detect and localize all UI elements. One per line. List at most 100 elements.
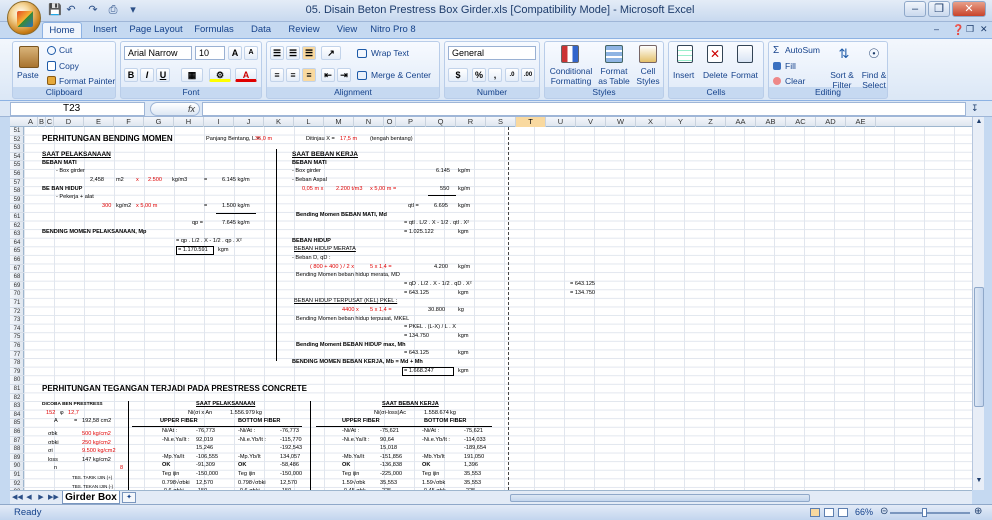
page-break-preview-icon[interactable] [838, 508, 848, 517]
row-header-89[interactable]: 89 [10, 454, 24, 463]
font-size-select[interactable]: 10 [195, 46, 225, 60]
first-sheet-icon[interactable]: ◀◀ [12, 493, 23, 503]
save-icon[interactable]: 💾 [48, 3, 62, 17]
row-header-92[interactable]: 92 [10, 480, 24, 489]
column-header-f[interactable]: F [114, 117, 144, 127]
column-header-ab[interactable]: AB [756, 117, 786, 127]
sheet-tab-girder-box[interactable]: Girder Box [62, 491, 120, 504]
row-header-58[interactable]: 58 [10, 187, 24, 196]
workbook-close-icon[interactable]: ✕ [980, 24, 988, 35]
row-header-78[interactable]: 78 [10, 359, 24, 368]
vertical-scrollbar[interactable]: ▲ ▼ [972, 117, 984, 490]
row-header-62[interactable]: 62 [10, 222, 24, 231]
column-header-e[interactable]: E [84, 117, 114, 127]
row-header-85[interactable]: 85 [10, 419, 24, 428]
orientation-icon[interactable]: ↗ [321, 46, 341, 60]
last-sheet-icon[interactable]: ▶▶ [48, 493, 59, 503]
column-header-b[interactable]: B [38, 117, 46, 127]
column-header-v[interactable]: V [576, 117, 606, 127]
font-color-icon[interactable]: A [235, 68, 257, 82]
row-header-74[interactable]: 74 [10, 325, 24, 334]
column-header-y[interactable]: Y [666, 117, 696, 127]
column-header-r[interactable]: R [456, 117, 486, 127]
row-header-70[interactable]: 70 [10, 290, 24, 299]
row-header-59[interactable]: 59 [10, 196, 24, 205]
insert-cells-button[interactable]: Insert [673, 70, 694, 80]
decrease-indent-icon[interactable]: ⇤ [321, 68, 335, 82]
row-header-67[interactable]: 67 [10, 265, 24, 274]
align-center-icon[interactable]: ≡ [286, 68, 300, 82]
column-header-i[interactable]: I [204, 117, 234, 127]
row-header-87[interactable]: 87 [10, 437, 24, 446]
row-header-88[interactable]: 88 [10, 445, 24, 454]
row-header-71[interactable]: 71 [10, 299, 24, 308]
row-header-66[interactable]: 66 [10, 256, 24, 265]
align-bottom-icon[interactable]: ☰ [302, 46, 316, 60]
align-left-icon[interactable]: ≡ [270, 68, 284, 82]
column-header-a[interactable]: A [24, 117, 38, 127]
row-header-51[interactable]: 51 [10, 127, 24, 136]
column-header-ad[interactable]: AD [816, 117, 846, 127]
help-icon[interactable]: ❓ [952, 25, 964, 36]
tab-page-layout[interactable]: Page Layout [128, 22, 184, 38]
increase-decimal-icon[interactable]: .0 [505, 68, 519, 82]
row-header-56[interactable]: 56 [10, 170, 24, 179]
column-header-w[interactable]: W [606, 117, 636, 127]
cut-button[interactable]: Cut [59, 45, 72, 55]
paste-icon[interactable] [19, 46, 39, 68]
prev-sheet-icon[interactable]: ◀ [24, 493, 34, 503]
autosum-button[interactable]: AutoSum [785, 45, 820, 55]
column-header-t[interactable]: T [516, 117, 546, 127]
row-header-83[interactable]: 83 [10, 402, 24, 411]
worksheet-grid[interactable]: A B C D E F G H I J K L M N O P Q R S T U V W X Y Z AA AB AC AD AE 51 5… [10, 117, 972, 490]
column-header-ae[interactable]: AE [846, 117, 876, 127]
row-header-80[interactable]: 80 [10, 376, 24, 385]
align-top-icon[interactable]: ☰ [270, 46, 284, 60]
close-button[interactable]: ✕ [952, 1, 986, 17]
print-preview-icon[interactable]: ⎙ [106, 3, 120, 17]
row-header-91[interactable]: 91 [10, 471, 24, 480]
column-header-j[interactable]: J [234, 117, 264, 127]
tab-formulas[interactable]: Formulas [192, 22, 236, 38]
align-middle-icon[interactable]: ☰ [286, 46, 300, 60]
redo-icon[interactable]: ↷ [86, 3, 100, 17]
row-header-64[interactable]: 64 [10, 239, 24, 248]
cell-styles-button[interactable]: Cell Styles [633, 66, 663, 86]
increase-indent-icon[interactable]: ⇥ [337, 68, 351, 82]
column-header-h[interactable]: H [174, 117, 204, 127]
row-header-84[interactable]: 84 [10, 411, 24, 420]
zoom-slider-knob[interactable] [922, 508, 927, 517]
row-header-55[interactable]: 55 [10, 161, 24, 170]
formula-input[interactable] [202, 102, 966, 116]
clear-button[interactable]: Clear [785, 76, 805, 86]
undo-icon[interactable]: ↶ [64, 3, 78, 17]
zoom-in-icon[interactable]: ⊕ [974, 506, 982, 517]
row-header-86[interactable]: 86 [10, 428, 24, 437]
merge-center-button[interactable]: Merge & Center [371, 70, 431, 80]
column-header-m[interactable]: M [324, 117, 354, 127]
number-format-select[interactable]: General [448, 46, 536, 60]
column-header-u[interactable]: U [546, 117, 576, 127]
decrease-decimal-icon[interactable]: .00 [521, 68, 535, 82]
column-header-p[interactable]: P [396, 117, 426, 127]
column-header-z[interactable]: Z [696, 117, 726, 127]
scroll-up-icon[interactable]: ▲ [974, 118, 984, 128]
row-header-63[interactable]: 63 [10, 230, 24, 239]
tab-home[interactable]: Home [42, 22, 82, 38]
zoom-level[interactable]: 66% [855, 507, 873, 517]
column-header-q[interactable]: Q [426, 117, 456, 127]
row-header-79[interactable]: 79 [10, 368, 24, 377]
insert-function-button[interactable]: fx [150, 102, 200, 116]
customize-qat-icon[interactable]: ▾ [126, 3, 140, 17]
column-header-l[interactable]: L [294, 117, 324, 127]
currency-icon[interactable]: $ [448, 68, 468, 82]
normal-view-icon[interactable] [810, 508, 820, 517]
format-as-table-button[interactable]: Format as Table [595, 66, 633, 86]
zoom-out-icon[interactable]: ⊝ [880, 506, 888, 517]
row-header-72[interactable]: 72 [10, 308, 24, 317]
column-header-c[interactable]: C [46, 117, 54, 127]
column-header-k[interactable]: K [264, 117, 294, 127]
grow-font-icon[interactable]: A [228, 46, 242, 60]
conditional-formatting-button[interactable]: Conditional Formatting [547, 66, 595, 86]
fill-button[interactable]: Fill [785, 61, 796, 71]
